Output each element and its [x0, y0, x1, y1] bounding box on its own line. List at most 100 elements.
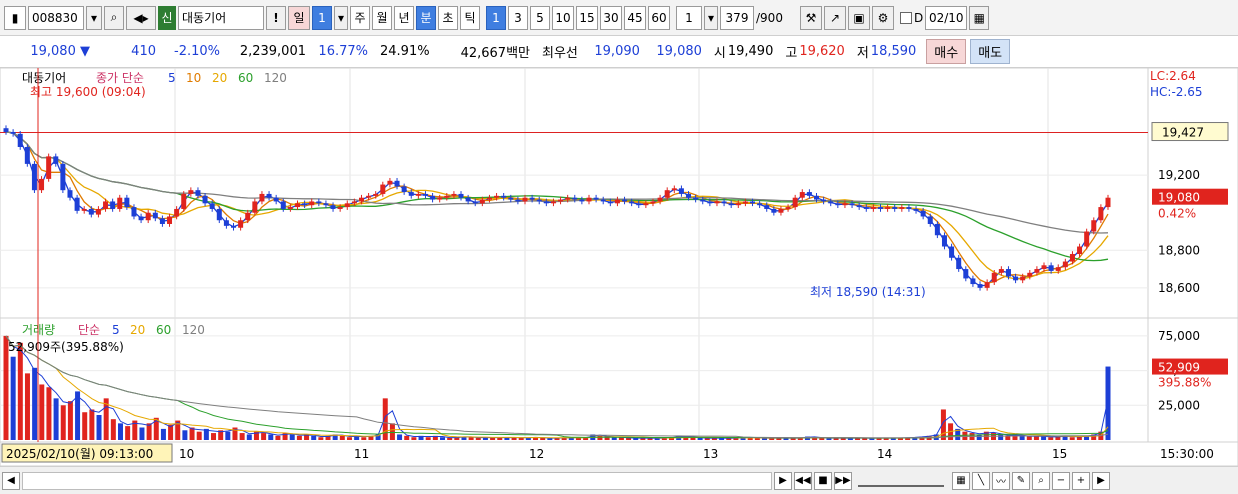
- stock-code-input[interactable]: 008830: [28, 5, 84, 30]
- interval-30-button[interactable]: 30: [600, 5, 622, 30]
- volume-bar: [540, 437, 546, 440]
- candle-body: [88, 208, 94, 215]
- period-minute-button[interactable]: 분: [416, 5, 436, 30]
- chart-svg[interactable]: 10111213141519,20018,80018,60075,00050,0…: [0, 67, 1238, 468]
- period-dropdown-button[interactable]: ▾: [334, 5, 348, 30]
- candle-body: [344, 203, 350, 208]
- period-day-button[interactable]: 일: [288, 5, 310, 30]
- multiplier-dropdown-button[interactable]: ▾: [704, 5, 718, 30]
- zoom-slider[interactable]: [858, 475, 944, 487]
- count-field[interactable]: 379: [720, 5, 754, 30]
- buy-button[interactable]: 매수: [926, 39, 967, 64]
- zoom-in-icon[interactable]: +: [1072, 471, 1090, 490]
- wave-tool-icon[interactable]: 〰: [992, 471, 1010, 490]
- rewind-button[interactable]: ◀◀: [794, 471, 812, 490]
- candle-body: [408, 192, 414, 196]
- candle-body: [750, 201, 756, 204]
- period-second-button[interactable]: 초: [438, 5, 458, 30]
- code-dropdown-button[interactable]: ▾: [86, 5, 102, 30]
- candle-body: [209, 203, 215, 209]
- volume-bar: [411, 437, 417, 440]
- candle-body: [977, 284, 983, 288]
- interval-15-button[interactable]: 15: [576, 5, 598, 30]
- gear-icon[interactable]: ⚙: [872, 5, 894, 30]
- volume-bar: [697, 437, 703, 440]
- candle-body: [24, 146, 30, 164]
- volume-legend-name: 거래량: [22, 323, 55, 337]
- candle-body: [430, 195, 436, 200]
- scroll-bar[interactable]: ◀ ▶ ◀◀ ■ ▶▶ ▦ ╲ 〰 ✎ ⌕ − + ▶: [0, 466, 1238, 494]
- chart-type-icon[interactable]: ▮: [4, 5, 26, 30]
- calendar-icon[interactable]: ▦: [969, 5, 990, 30]
- volume-bar: [125, 426, 131, 440]
- ask-price: 19,090: [594, 44, 640, 59]
- chart-area[interactable]: 10111213141519,20018,80018,60075,00050,0…: [0, 67, 1238, 468]
- candle-body: [764, 205, 770, 209]
- save-icon[interactable]: ▣: [848, 5, 870, 30]
- scroll-left-button[interactable]: ◀: [2, 471, 20, 490]
- sell-button[interactable]: 매도: [970, 39, 1011, 64]
- volume-bar: [1019, 435, 1025, 440]
- interval-45-button[interactable]: 45: [624, 5, 646, 30]
- layout-icon[interactable]: ▦: [952, 471, 970, 490]
- zoom-out-icon[interactable]: −: [1052, 471, 1070, 490]
- current-rate-label: 0.42%: [1158, 207, 1196, 221]
- date-field[interactable]: 02/10: [925, 5, 968, 30]
- candle-body: [629, 201, 635, 204]
- draw-tool-icon[interactable]: ✎: [1012, 471, 1030, 490]
- trend-icon[interactable]: ↗: [824, 5, 846, 30]
- candle-body: [373, 193, 379, 196]
- low-price: 18,590: [870, 44, 917, 59]
- candle-body: [309, 201, 315, 206]
- stock-name-field[interactable]: 대동기어: [178, 5, 264, 30]
- period-tick-button[interactable]: 틱: [460, 5, 480, 30]
- forward-button[interactable]: ▶▶: [834, 471, 852, 490]
- candle-body: [1091, 220, 1097, 232]
- candle-body: [657, 197, 663, 202]
- scroll-right-button[interactable]: ▶: [1092, 471, 1110, 490]
- period-num-field[interactable]: 1: [312, 5, 332, 30]
- candle-body: [3, 128, 9, 132]
- candle-body: [1069, 254, 1075, 262]
- candle-body: [572, 197, 578, 200]
- candle-body: [579, 199, 585, 202]
- search-icon[interactable]: ⌕: [104, 5, 124, 30]
- volume-bar: [67, 401, 73, 440]
- interval-3-button[interactable]: 3: [508, 5, 528, 30]
- interval-60-button[interactable]: 60: [648, 5, 670, 30]
- candle-body: [316, 201, 322, 204]
- candle-body: [593, 197, 599, 200]
- candle-body: [607, 201, 613, 204]
- interval-10-button[interactable]: 10: [552, 5, 574, 30]
- candle-body: [10, 131, 16, 134]
- candle-body: [586, 197, 592, 202]
- play-button[interactable]: ▶: [774, 471, 792, 490]
- volume-panel[interactable]: [0, 317, 1149, 443]
- indicator-icon[interactable]: ⚒: [800, 5, 822, 30]
- candle-body: [600, 199, 606, 202]
- period-week-button[interactable]: 주: [350, 5, 370, 30]
- scroll-track[interactable]: [22, 471, 772, 490]
- multiplier-field[interactable]: 1: [676, 5, 702, 30]
- volume-bar: [160, 428, 166, 440]
- period-month-button[interactable]: 월: [372, 5, 392, 30]
- current-price: 19,080 ▼: [30, 44, 90, 59]
- stop-button[interactable]: ■: [814, 471, 832, 490]
- zoom-icon[interactable]: ⌕: [1032, 471, 1050, 490]
- interval-5-button[interactable]: 5: [530, 5, 550, 30]
- interval-1-button[interactable]: 1: [486, 5, 506, 30]
- candle-body: [970, 278, 976, 285]
- candle-body: [799, 192, 805, 198]
- time-tick-label: 14: [877, 447, 892, 461]
- candle-body: [963, 269, 969, 279]
- line-tool-icon[interactable]: ╲: [972, 471, 990, 490]
- speaker-icon[interactable]: ◀▸: [126, 5, 156, 30]
- volume-bar: [389, 423, 395, 440]
- candle-body: [458, 193, 464, 198]
- candle-body: [678, 188, 684, 194]
- candle-body: [394, 180, 400, 187]
- period-year-button[interactable]: 년: [394, 5, 414, 30]
- alert-button[interactable]: !: [266, 5, 286, 30]
- volume-bar: [10, 356, 16, 440]
- date-checkbox[interactable]: [900, 11, 912, 24]
